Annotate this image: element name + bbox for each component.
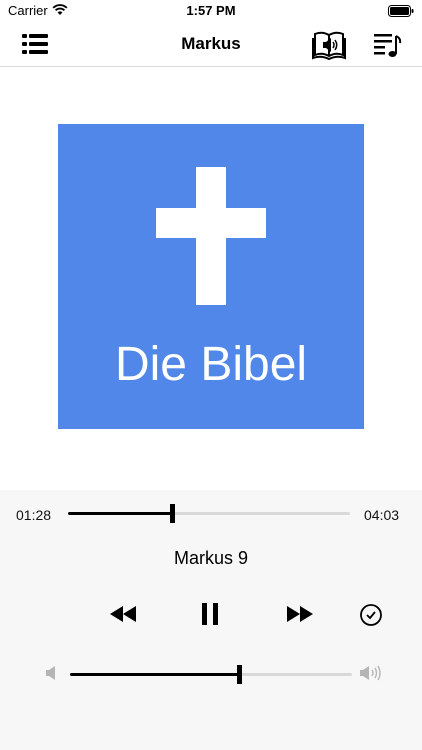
total-time: 04:03: [364, 507, 400, 523]
elapsed-time: 01:28: [16, 507, 52, 523]
status-time: 1:57 PM: [186, 3, 236, 18]
rewind-icon[interactable]: [110, 606, 136, 627]
track-title: Markus 9: [173, 548, 249, 568]
volume-fill: [70, 673, 240, 676]
album-artwork: Die Bibel: [58, 124, 364, 429]
volume-low-icon: [46, 666, 58, 685]
progress-thumb[interactable]: [170, 504, 176, 523]
volume-slider[interactable]: [70, 665, 352, 684]
audio-book-icon[interactable]: [312, 28, 346, 61]
volume-high-icon: [360, 665, 382, 686]
page-title: Markus: [181, 34, 241, 53]
sleep-timer-icon[interactable]: [359, 603, 383, 632]
artwork-title: Die Bibel: [114, 338, 308, 391]
playlist-icon[interactable]: [372, 28, 402, 60]
pause-icon[interactable]: [201, 603, 219, 630]
battery-icon: [388, 4, 414, 22]
progress-fill: [68, 512, 173, 515]
status-bar: Carrier 1:57 PM: [0, 0, 422, 22]
volume-thumb[interactable]: [237, 665, 243, 684]
nav-bar: Markus: [0, 22, 422, 67]
fast-forward-icon[interactable]: [287, 606, 313, 627]
progress-slider[interactable]: [68, 504, 350, 523]
player-panel: 01:28 04:03 Markus 9: [0, 490, 422, 750]
